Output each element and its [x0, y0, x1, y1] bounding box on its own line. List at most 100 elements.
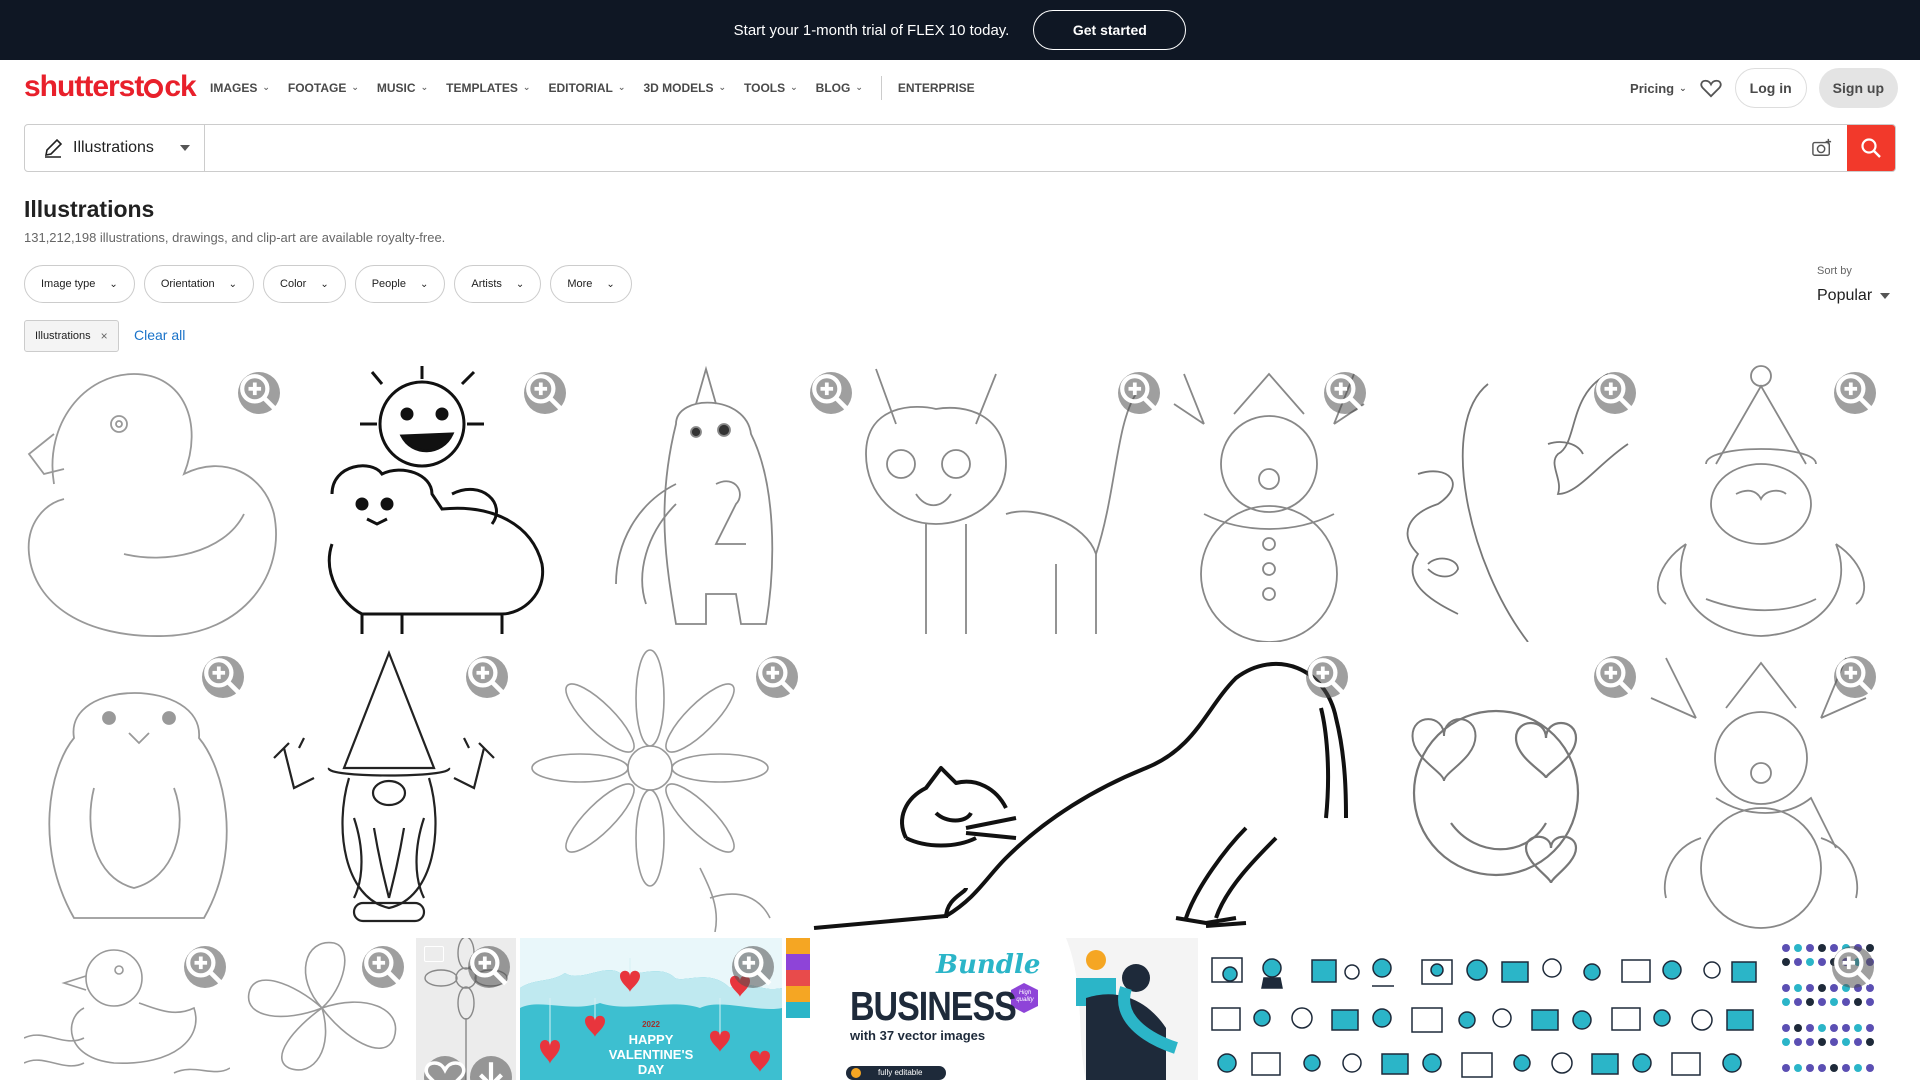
search-type-label: Illustrations: [73, 139, 154, 156]
zoom-icon[interactable]: [756, 656, 798, 698]
favorites-heart-icon[interactable]: [1699, 76, 1723, 100]
image-tile-flower-pencil[interactable]: [416, 938, 516, 1080]
chevron-down-icon: ⌄: [1679, 82, 1687, 93]
logo-o-ring: [144, 79, 164, 98]
valentine-line3: DAY: [637, 1062, 665, 1077]
results-count: 131,212,198 illustrations, drawings, and…: [24, 230, 446, 245]
filter-label: People: [371, 278, 406, 290]
image-tile-unicorn[interactable]: [576, 364, 852, 642]
image-tile-avatar-grid[interactable]: [1778, 938, 1876, 1080]
signup-button[interactable]: Sign up: [1818, 68, 1898, 108]
shutterstock-logo[interactable]: shutterst ck: [24, 70, 197, 104]
image-tile-valentines[interactable]: 2022 HAPPY VALENTINE'S DAY: [520, 938, 782, 1080]
chevron-down-icon: ⌄: [262, 82, 270, 92]
nav-item-3d-models[interactable]: 3D MODELS ⌄: [643, 81, 726, 95]
zoom-icon[interactable]: [524, 372, 566, 414]
nav-label: TEMPLATES: [446, 80, 518, 95]
nav-item-editorial[interactable]: EDITORIAL ⌄: [548, 81, 625, 95]
login-button[interactable]: Log in: [1734, 68, 1807, 108]
main-nav: shutterst ck IMAGES ⌄ FOOTAGE ⌄ MUSIC ⌄ TEMP…: [0, 60, 1920, 115]
filter-image-type[interactable]: Image type ⌄: [24, 265, 135, 303]
image-tile-heart-emoji[interactable]: [1356, 648, 1642, 932]
zoom-icon[interactable]: [468, 946, 510, 988]
image-tile-penguin[interactable]: [24, 648, 250, 932]
zoom-icon[interactable]: [1324, 372, 1366, 414]
search-button[interactable]: [1847, 125, 1895, 171]
search-input[interactable]: [205, 125, 1797, 171]
zoom-icon[interactable]: [1594, 372, 1636, 414]
people-icon-set-illustration: [1211, 957, 1757, 1078]
zoom-icon[interactable]: [1834, 656, 1876, 698]
image-tile-face-line-art[interactable]: [1378, 364, 1642, 642]
image-tile-daisy[interactable]: [520, 648, 802, 932]
chevron-down-icon: ⌄: [515, 278, 525, 290]
image-tile-monster-cat[interactable]: [292, 364, 572, 642]
chevron-down-icon: ⌄: [790, 82, 798, 92]
nav-item-tools[interactable]: TOOLS ⌄: [744, 81, 798, 95]
zoom-icon[interactable]: [1594, 656, 1636, 698]
chevron-down-icon: ⌄: [419, 278, 429, 290]
image-tile-business-bundle[interactable]: Bundle BUSINESS with 37 vector images Hi…: [786, 938, 1198, 1080]
nav-label: IMAGES: [210, 80, 258, 95]
bundle-script-title: Bundle: [936, 950, 1041, 980]
zoom-icon[interactable]: [1306, 656, 1348, 698]
chevron-down-icon: ⌄: [617, 82, 626, 92]
nav-item-footage[interactable]: FOOTAGE ⌄: [288, 81, 359, 95]
nav-item-templates[interactable]: TEMPLATES ⌄: [446, 81, 530, 95]
sort-label: Sort by: [1817, 265, 1852, 277]
close-icon[interactable]: ×: [101, 329, 108, 343]
zoom-icon[interactable]: [1832, 946, 1874, 988]
filter-label: More: [567, 278, 593, 290]
zoom-icon[interactable]: [732, 946, 774, 988]
zoom-icon[interactable]: [202, 656, 244, 698]
image-tile-santa[interactable]: [1646, 364, 1876, 642]
nav-label: FOOTAGE: [287, 80, 347, 95]
pricing-menu[interactable]: Pricing ⌄: [1630, 81, 1687, 96]
nav-item-enterprise[interactable]: ENTERPRISE: [898, 81, 975, 95]
zoom-icon[interactable]: [238, 372, 280, 414]
image-tile-people-icons[interactable]: [1202, 938, 1774, 1080]
favorite-heart-icon[interactable]: [424, 1056, 466, 1080]
filter-people[interactable]: People ⌄: [354, 265, 446, 303]
get-started-button[interactable]: Get started: [1033, 10, 1187, 50]
zoom-icon[interactable]: [184, 946, 226, 988]
image-tile-duck[interactable]: [24, 364, 288, 642]
kitten-outline-illustration: [865, 368, 1137, 634]
search-icon: [1861, 138, 1881, 158]
nav-item-blog[interactable]: BLOG ⌄: [816, 81, 863, 95]
zoom-icon[interactable]: [362, 946, 404, 988]
sort-value: Popular: [1817, 287, 1873, 304]
search-type-select[interactable]: Illustrations: [25, 125, 205, 171]
bundle-badge: fully editable: [878, 1068, 923, 1077]
clear-all-link[interactable]: Clear all: [134, 327, 185, 343]
filter-more[interactable]: More ⌄: [550, 265, 632, 303]
nav-item-images[interactable]: IMAGES ⌄: [210, 81, 270, 95]
filter-orientation[interactable]: Orientation ⌄: [143, 265, 255, 303]
filter-color[interactable]: Color ⌄: [263, 265, 346, 303]
zoom-icon[interactable]: [1118, 372, 1160, 414]
sort-select[interactable]: Popular: [1817, 287, 1891, 305]
zoom-icon[interactable]: [1834, 372, 1876, 414]
image-tile-stretching-cat[interactable]: [806, 648, 1352, 932]
download-icon[interactable]: [470, 1056, 512, 1080]
pen-icon: [44, 138, 63, 158]
image-tile-reindeer-snowman-2[interactable]: [1646, 648, 1876, 932]
chevron-down-icon: ⌄: [606, 278, 615, 290]
image-tile-plumeria[interactable]: [234, 938, 410, 1080]
image-tile-duck-2[interactable]: [24, 938, 230, 1080]
chevron-down-icon: ⌄: [351, 82, 359, 92]
filter-label: Color: [280, 278, 307, 290]
chip-label: Illustrations: [35, 330, 91, 342]
filter-artists[interactable]: Artists ⌄: [454, 265, 542, 303]
active-filter-chip[interactable]: Illustrations ×: [24, 320, 119, 352]
image-tile-gnome[interactable]: [254, 648, 516, 932]
image-tile-reindeer-snowman[interactable]: [1164, 364, 1374, 642]
filter-label: Image type: [41, 278, 96, 290]
nav-item-music[interactable]: MUSIC ⌄: [377, 81, 428, 95]
zoom-icon[interactable]: [466, 656, 508, 698]
image-tile-kitten[interactable]: [856, 364, 1160, 642]
image-search-camera-icon[interactable]: [1797, 125, 1847, 171]
caret-down-icon: [180, 145, 190, 151]
zoom-icon[interactable]: [810, 372, 852, 414]
nav-label: 3D MODELS: [643, 80, 714, 95]
